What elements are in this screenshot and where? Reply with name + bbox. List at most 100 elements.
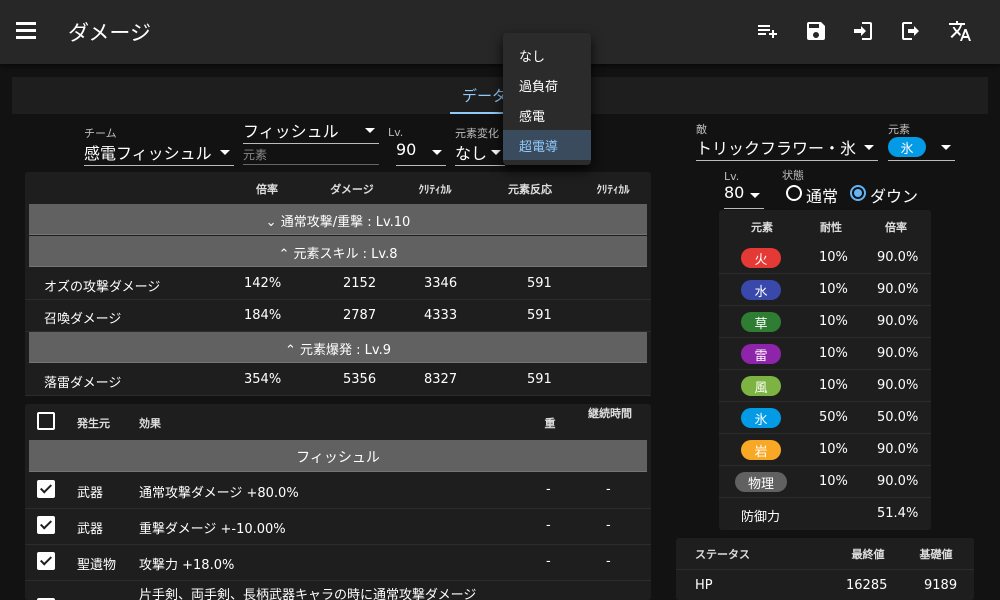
resist-row: 岩 10% 90.0% <box>719 434 931 466</box>
col-element: 元素 <box>751 221 773 234</box>
chevron-down-icon <box>432 150 442 155</box>
enemy-value: トリックフラワー・氷 <box>696 139 857 158</box>
group-label: 通常攻撃/重撃 : Lv.10 <box>280 215 411 230</box>
enemy-element-select[interactable]: 氷 <box>888 133 955 161</box>
state-down-label: ダウン <box>870 187 919 206</box>
resist-multiplier: 90.0% <box>877 314 919 329</box>
row-reaction: 591 <box>527 308 552 323</box>
playlist-add-icon[interactable] <box>755 19 779 43</box>
col-final: 最終値 <box>851 548 885 561</box>
buff-effect: 通常攻撃ダメージ +80.0% <box>139 486 299 501</box>
character-value: フィッシュル <box>243 122 339 141</box>
character-select[interactable]: フィッシュル <box>243 116 379 144</box>
resist-multiplier: 90.0% <box>877 346 919 361</box>
row-mult: 184% <box>244 308 282 323</box>
chevron-down-icon <box>491 150 501 155</box>
group-label: 元素スキル : Lv.8 <box>293 247 398 262</box>
row-crit: 3346 <box>424 276 458 291</box>
table-row: 召喚ダメージ 184% 2787 4333 591 <box>25 300 651 332</box>
reaction-select[interactable]: なし <box>455 138 505 166</box>
resist-multiplier: 90.0% <box>877 442 919 457</box>
buff-checkbox[interactable] <box>37 480 55 498</box>
buff-group-header[interactable]: フィッシュル <box>29 440 647 472</box>
col-reaction: 元素反応 <box>508 183 552 196</box>
resistance-table: 元素 耐性 倍率 火 10% 90.0% 水 10% 90.0% 草 10% 90.0% 雷 10%… <box>719 210 931 530</box>
group-label: 元素爆発 : Lv.9 <box>300 343 391 358</box>
chevron-down-icon <box>864 145 874 150</box>
enemy-level-value: 80 <box>724 183 745 202</box>
resist-multiplier: 50.0% <box>877 410 919 425</box>
chevron-up-icon: ⌃ <box>278 247 294 262</box>
buff-effect: 重撃ダメージ +-10.00% <box>139 522 286 537</box>
select-all-checkbox[interactable] <box>37 412 55 430</box>
buff-row: 武器 通常攻撃ダメージ +80.0% - - <box>25 472 651 509</box>
row-crit: 8327 <box>424 372 458 387</box>
defense-value: 51.4% <box>877 506 919 521</box>
row-damage: 2152 <box>343 276 377 291</box>
row-crit: 4333 <box>424 308 458 323</box>
buff-source: 武器 <box>77 486 104 501</box>
buff-stack: - <box>546 482 551 497</box>
import-icon[interactable] <box>851 19 875 43</box>
team-select[interactable]: 感電フィッシュル <box>84 138 234 166</box>
group-burst[interactable]: ⌃ 元素爆発 : Lv.9 <box>29 332 647 363</box>
status-table: ステータス 最終値 基礎値 HP 16285 9189 <box>676 538 974 600</box>
element-chip: 雷 <box>741 344 781 364</box>
resist-row: 雷 10% 90.0% <box>719 338 931 370</box>
state-down-radio[interactable] <box>850 185 866 201</box>
col-crit: ｸﾘﾃｨｶﾙ <box>418 183 452 196</box>
reaction-dropdown-menu: なし 過負荷 感電 超電導 <box>503 33 591 165</box>
col-status: ステータス <box>695 548 750 561</box>
element-field[interactable]: 元素 <box>243 143 379 165</box>
buff-stack: - <box>546 554 551 569</box>
row-name: オズの攻撃ダメージ <box>44 280 161 295</box>
buff-checkbox[interactable] <box>37 516 55 534</box>
translate-icon[interactable] <box>948 19 972 43</box>
resist-row: 風 10% 90.0% <box>719 370 931 402</box>
chevron-down-icon <box>941 145 951 150</box>
tab-bar: データ <box>12 77 988 114</box>
page-title: ダメージ <box>68 21 151 45</box>
enemy-select[interactable]: トリックフラワー・氷 <box>696 133 878 161</box>
chevron-down-icon <box>220 150 230 155</box>
export-icon[interactable] <box>900 19 924 43</box>
col-multiplier: 倍率 <box>885 221 907 234</box>
row-name: 召喚ダメージ <box>44 312 122 327</box>
defense-row: 防御力 51.4% <box>719 498 931 530</box>
resist-value: 10% <box>819 314 848 329</box>
resist-value: 10% <box>819 442 848 457</box>
menu-item-none[interactable]: なし <box>503 40 591 70</box>
resist-value: 10% <box>819 378 848 393</box>
resist-row: 氷 50% 50.0% <box>719 402 931 434</box>
damage-table: 倍率 ダメージ ｸﾘﾃｨｶﾙ 元素反応 ｸﾘﾃｨｶﾙ ⌄ 通常攻撃/重撃 : L… <box>25 172 651 396</box>
menu-item-superconduct[interactable]: 超電導 <box>503 130 591 160</box>
buff-checkbox[interactable] <box>37 552 55 570</box>
level-select[interactable]: 90 <box>396 138 446 166</box>
menu-item-overload[interactable]: 過負荷 <box>503 70 591 100</box>
buff-row: 聖遺物 攻撃力 +18.0% - - <box>25 544 651 581</box>
chevron-down-icon <box>750 193 760 198</box>
menu-item-electro-charged[interactable]: 感電 <box>503 100 591 130</box>
col-effect: 効果 <box>139 417 161 430</box>
element-chip: 風 <box>741 376 781 396</box>
element-chip: 火 <box>741 248 781 268</box>
buff-source: 武器 <box>77 522 104 537</box>
group-skill[interactable]: ⌃ 元素スキル : Lv.8 <box>29 236 647 267</box>
state-normal-radio[interactable] <box>786 185 802 201</box>
col-mult: 倍率 <box>256 183 278 196</box>
resist-row: 草 10% 90.0% <box>719 306 931 338</box>
resist-multiplier: 90.0% <box>877 378 919 393</box>
hamburger-menu-icon[interactable] <box>16 22 36 39</box>
level-value: 90 <box>396 140 417 159</box>
buff-row: 武器 片手剣、両手剣、長柄武器キャラの時に通常攻撃ダメージ <box>25 580 651 600</box>
group-normal-attack[interactable]: ⌄ 通常攻撃/重撃 : Lv.10 <box>29 204 647 235</box>
col-duration: 継続時間 <box>588 407 632 420</box>
row-mult: 354% <box>244 372 282 387</box>
resist-multiplier: 90.0% <box>877 474 919 489</box>
defense-label: 防御力 <box>741 510 781 525</box>
buff-row: 武器 重撃ダメージ +-10.00% - - <box>25 508 651 545</box>
enemy-level-select[interactable]: 80 <box>724 181 764 209</box>
tab-data[interactable]: データ <box>462 85 507 106</box>
save-icon[interactable] <box>804 19 828 43</box>
status-base: 9189 <box>924 578 958 593</box>
